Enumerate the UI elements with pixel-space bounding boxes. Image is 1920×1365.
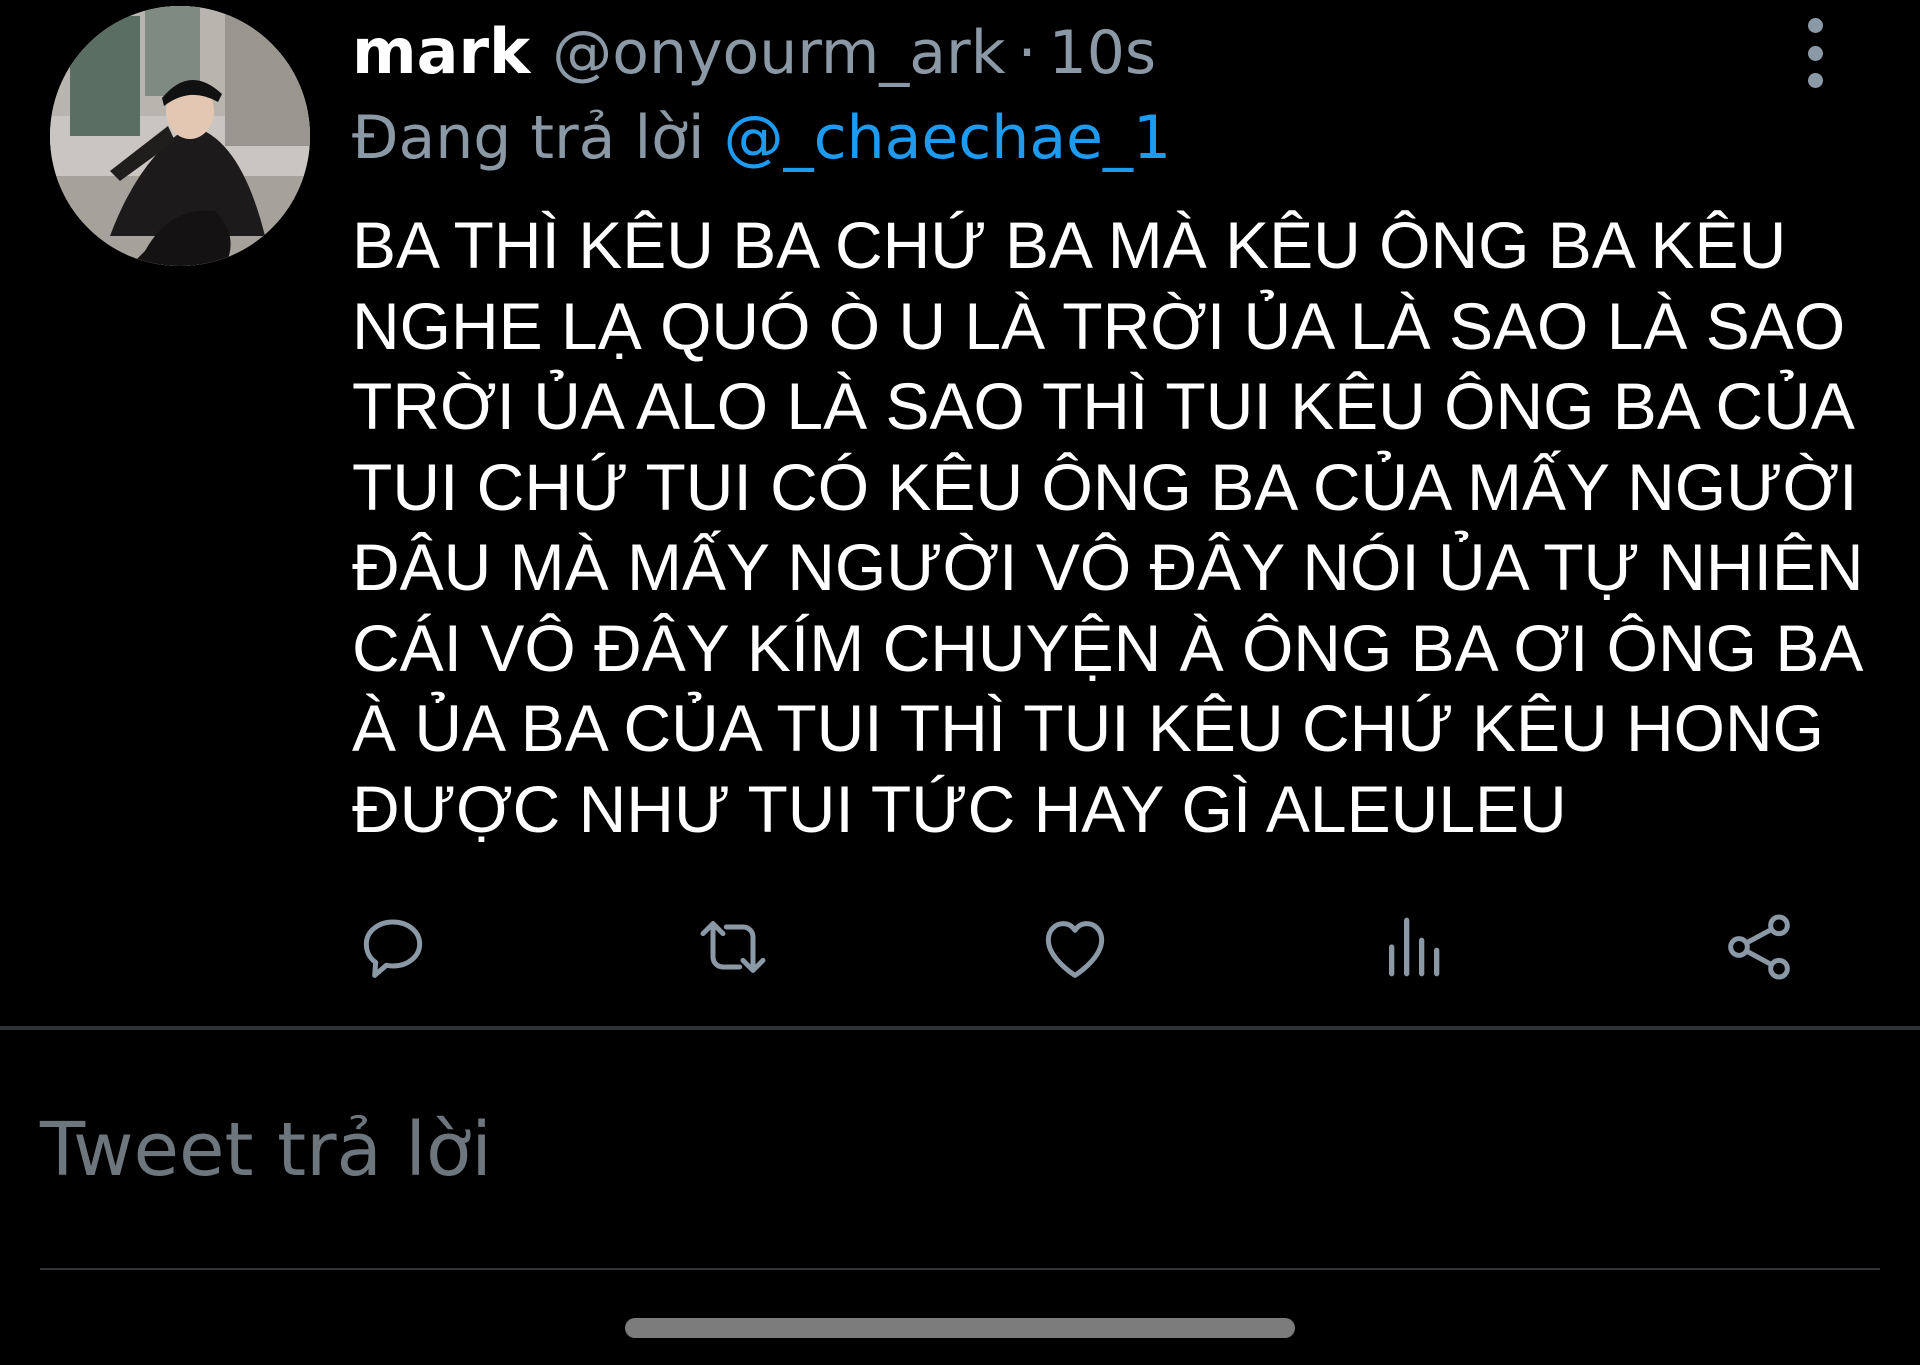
avatar-photo (50, 6, 310, 266)
reply-button[interactable] (351, 905, 435, 989)
tweet[interactable]: mark @onyourm_ark · 10s Đang trả lời @_c… (0, 0, 1920, 1028)
timestamp[interactable]: 10s (1049, 13, 1157, 93)
tweet-header: mark @onyourm_ark · 10s (352, 12, 1156, 92)
more-options-icon[interactable] (1790, 18, 1840, 88)
user-handle[interactable]: @onyourm_ark (552, 13, 1005, 93)
like-icon (1045, 921, 1105, 978)
reply-compose-input[interactable]: Tweet trả lời (40, 1105, 492, 1195)
like-button[interactable] (1033, 905, 1117, 989)
tweet-actions (0, 905, 1920, 985)
analytics-button[interactable] (1373, 905, 1457, 989)
share-button[interactable] (1717, 905, 1801, 989)
section-divider (0, 1026, 1920, 1030)
separator-dot: · (1017, 18, 1037, 88)
analytics-icon (1389, 917, 1440, 977)
reply-prefix: Đang trả lời (352, 103, 705, 173)
compose-underline (40, 1268, 1880, 1270)
reply-icon (363, 919, 423, 978)
avatar[interactable] (50, 6, 310, 266)
retweet-button[interactable] (691, 905, 775, 989)
home-indicator-bar[interactable] (625, 1318, 1295, 1338)
share-icon (1728, 914, 1790, 980)
replying-to: Đang trả lời @_chaechae_1 (352, 98, 1171, 178)
retweet-icon (700, 921, 766, 973)
reply-mention-link[interactable]: @_chaechae_1 (724, 103, 1172, 173)
tweet-text: BA THÌ KÊU BA CHỨ BA MÀ KÊU ÔNG BA KÊU N… (352, 208, 1864, 846)
display-name[interactable]: mark (352, 12, 530, 92)
